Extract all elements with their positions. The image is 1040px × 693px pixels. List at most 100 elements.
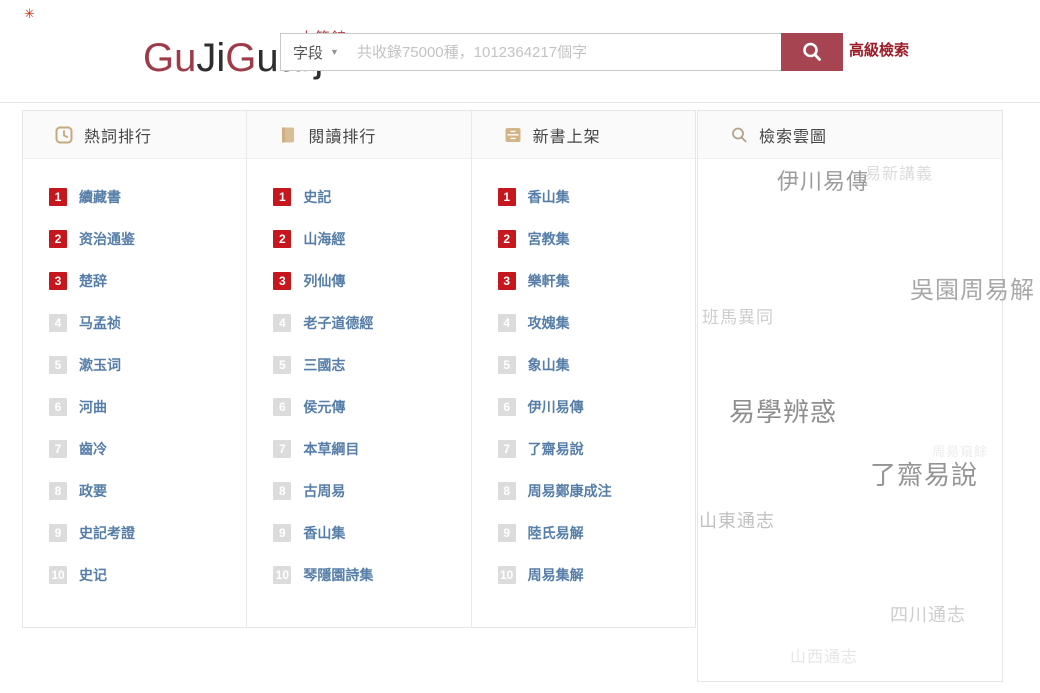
- rank-badge: 1: [273, 188, 291, 206]
- list-item: 4马孟祯: [23, 302, 246, 344]
- search-field-label: 字段: [293, 42, 323, 63]
- book-icon: [279, 126, 297, 144]
- book-link[interactable]: 楚辞: [79, 271, 107, 291]
- rank-badge: 3: [498, 272, 516, 290]
- list-item: 1 史記: [247, 176, 470, 218]
- list-item: 8 政要: [23, 470, 246, 512]
- rank-badge: 7: [49, 440, 67, 458]
- list-item: 7本草綱目: [247, 428, 470, 470]
- rank-badge: 7: [498, 440, 516, 458]
- ranking-panels: 熱詞排行 1續藏書2资治通鉴3楚辞4马孟祯5漱玉词6河曲7齒冷8政要9史記考證1…: [22, 110, 696, 628]
- list-item: 2 山海經: [247, 218, 470, 260]
- rank-badge: 2: [273, 230, 291, 248]
- logo-part: Gu: [143, 36, 196, 80]
- panel-search-cloud: 檢索雲圖 伊川易傳易新講義吳園周易解班馬異同易學辨惑周易窺餘了齋易說山東通志四川…: [697, 110, 1003, 682]
- rank-badge: 10: [49, 566, 67, 584]
- rank-badge: 8: [273, 482, 291, 500]
- cloud-word[interactable]: 吳園周易解: [910, 277, 1035, 305]
- rank-badge: 5: [273, 356, 291, 374]
- panel-new-books: 新書上架 1香山集2宮教集3樂軒集4攻媿集5象山集6伊川易傳7了齋易說8周易鄭康…: [471, 111, 695, 627]
- book-link[interactable]: 政要: [79, 481, 107, 501]
- rank-badge: 10: [273, 566, 291, 584]
- list-item: 10 琴隱園詩集: [247, 554, 470, 596]
- book-link[interactable]: 伊川易傳: [528, 397, 584, 417]
- advanced-search-link[interactable]: 高級檢索: [849, 39, 909, 60]
- logo-part: G: [225, 36, 256, 80]
- book-link[interactable]: 攻媿集: [528, 313, 570, 333]
- panel-title: 新書上架: [533, 123, 601, 147]
- list-item: 10周易集解: [472, 554, 695, 596]
- cloud-word[interactable]: 山西通志: [790, 649, 858, 667]
- cloud-word[interactable]: 山東通志: [699, 511, 775, 532]
- book-link[interactable]: 象山集: [528, 355, 570, 375]
- panel-header-search-cloud: 檢索雲圖: [698, 111, 1002, 159]
- cloud-word[interactable]: 伊川易傳: [777, 169, 869, 194]
- book-link[interactable]: 列仙傳: [303, 271, 345, 291]
- book-link[interactable]: 本草綱目: [303, 439, 359, 459]
- logo-part: Ji: [196, 36, 225, 80]
- book-link[interactable]: 山海經: [303, 229, 345, 249]
- book-link[interactable]: 周易鄭康成注: [528, 481, 612, 501]
- list-item: 9陸氏易解: [472, 512, 695, 554]
- book-link[interactable]: 史記考證: [79, 523, 135, 543]
- list-item: 8周易鄭康成注: [472, 470, 695, 512]
- search-field-dropdown[interactable]: 字段 ▼: [281, 34, 349, 70]
- book-link[interactable]: 史记: [79, 565, 107, 585]
- site-header: ✳ 古籍館 GuJiGuaŋ 字段 ▼ 高級檢索: [0, 0, 1040, 103]
- list-item: 8 古周易: [247, 470, 470, 512]
- corner-asterisk-icon: ✳: [24, 6, 35, 22]
- list-item: 5漱玉词: [23, 344, 246, 386]
- rank-badge: 9: [273, 524, 291, 542]
- list-item: 7 齒冷: [23, 428, 246, 470]
- cloud-word[interactable]: 班馬異同: [702, 308, 774, 328]
- panel-header-hot-words: 熱詞排行: [23, 111, 246, 159]
- new-books-list: 1香山集2宮教集3樂軒集4攻媿集5象山集6伊川易傳7了齋易說8周易鄭康成注9陸氏…: [472, 159, 695, 596]
- rank-badge: 4: [498, 314, 516, 332]
- book-link[interactable]: 香山集: [528, 187, 570, 207]
- list-item: 4 攻媿集: [472, 302, 695, 344]
- book-link[interactable]: 马孟祯: [79, 313, 121, 333]
- book-link[interactable]: 河曲: [79, 397, 107, 417]
- list-item: 2宮教集: [472, 218, 695, 260]
- rank-badge: 6: [273, 398, 291, 416]
- rank-badge: 4: [273, 314, 291, 332]
- book-link[interactable]: 三國志: [303, 355, 345, 375]
- book-link[interactable]: 周易集解: [528, 565, 584, 585]
- cloud-word[interactable]: 易學辨惑: [729, 398, 837, 428]
- chevron-down-icon: ▼: [330, 47, 339, 57]
- book-link[interactable]: 了齋易說: [528, 439, 584, 459]
- rank-badge: 8: [49, 482, 67, 500]
- panel-header-reading-rank: 閱讀排行: [247, 111, 470, 159]
- book-link[interactable]: 老子道德經: [303, 313, 373, 333]
- search-input[interactable]: [349, 34, 781, 70]
- book-link[interactable]: 史記: [303, 187, 331, 207]
- rank-badge: 9: [49, 524, 67, 542]
- book-link[interactable]: 漱玉词: [79, 355, 121, 375]
- cloud-word[interactable]: 周易窺餘: [932, 445, 988, 460]
- book-link[interactable]: 琴隱園詩集: [303, 565, 373, 585]
- list-item: 10 史记: [23, 554, 246, 596]
- book-link[interactable]: 樂軒集: [528, 271, 570, 291]
- list-item: 3列仙傳: [247, 260, 470, 302]
- search-icon: [800, 40, 824, 64]
- book-link[interactable]: 齒冷: [79, 439, 107, 459]
- book-link[interactable]: 續藏書: [79, 187, 121, 207]
- book-link[interactable]: 古周易: [303, 481, 345, 501]
- book-link[interactable]: 陸氏易解: [528, 523, 584, 543]
- panel-title: 熱詞排行: [84, 123, 152, 147]
- book-link[interactable]: 宮教集: [528, 229, 570, 249]
- book-link[interactable]: 香山集: [303, 523, 345, 543]
- cloud-word[interactable]: 了齋易說: [870, 461, 978, 491]
- list-item: 6伊川易傳: [472, 386, 695, 428]
- cloud-word[interactable]: 四川通志: [890, 605, 966, 626]
- page: ✳ 古籍館 GuJiGuaŋ 字段 ▼ 高級檢索: [0, 0, 1040, 693]
- book-link[interactable]: 侯元傳: [303, 397, 345, 417]
- list-item: 2资治通鉴: [23, 218, 246, 260]
- list-item: 6河曲: [23, 386, 246, 428]
- list-item: 3 楚辞: [23, 260, 246, 302]
- search-button[interactable]: [781, 33, 843, 71]
- cloud-word[interactable]: 易新講義: [865, 166, 933, 184]
- panel-header-new-books: 新書上架: [472, 111, 695, 159]
- book-link[interactable]: 资治通鉴: [79, 229, 135, 249]
- rank-badge: 3: [49, 272, 67, 290]
